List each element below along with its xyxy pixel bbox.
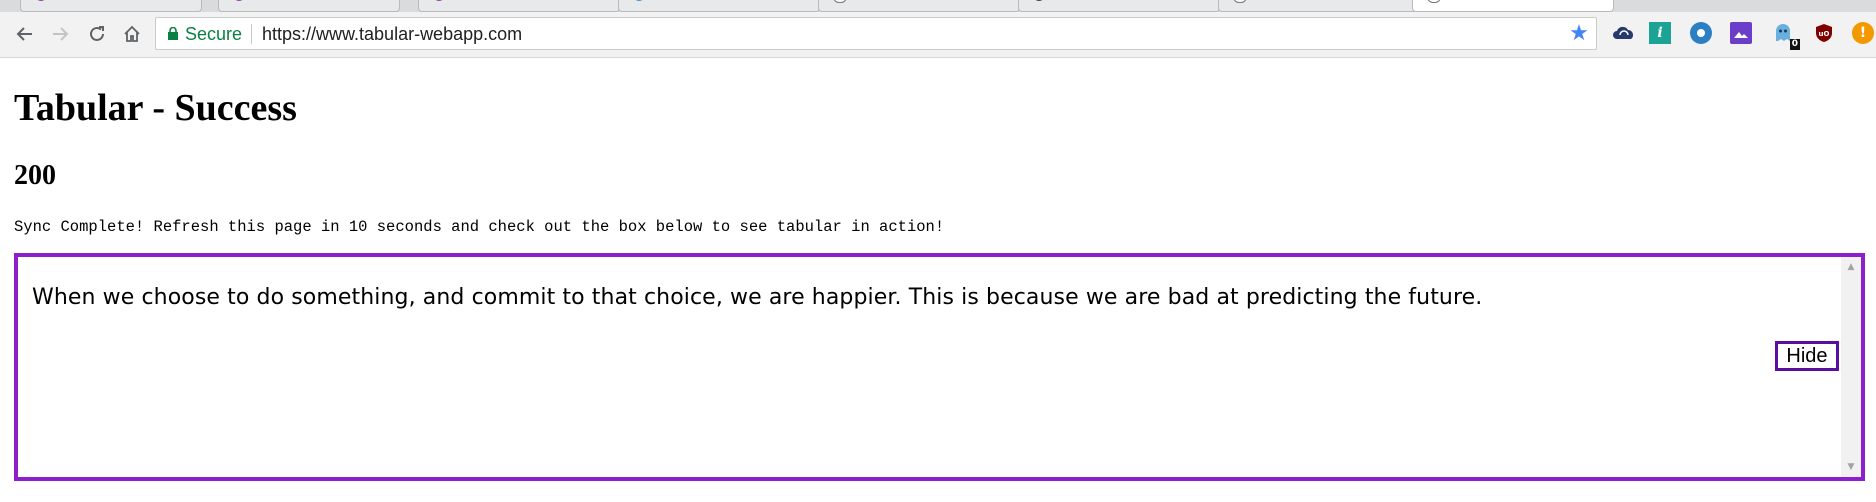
info-icon[interactable]: i	[1649, 22, 1671, 44]
star-icon[interactable]: ★	[1566, 20, 1592, 46]
url-text[interactable]: https://www.tabular-webapp.com	[262, 24, 522, 45]
forward-arrow-icon	[53, 27, 69, 41]
tab-favicon-icon	[233, 0, 245, 1]
page-title: Tabular - Success	[14, 87, 297, 129]
lock-icon	[168, 27, 178, 40]
sync-message: Sync Complete! Refresh this page in 10 s…	[14, 218, 945, 236]
home-button[interactable]	[117, 20, 147, 48]
browser-tab-active[interactable]	[1412, 0, 1614, 12]
tab-favicon-icon	[1233, 0, 1247, 3]
tab-favicon-icon	[35, 0, 47, 1]
tab-strip	[0, 0, 1876, 12]
address-bar[interactable]: Secure https://www.tabular-webapp.com ★	[155, 17, 1597, 50]
reload-button[interactable]	[82, 20, 112, 48]
browser-tab[interactable]	[20, 0, 202, 12]
tab-favicon-icon	[1427, 0, 1441, 3]
scroll-up-icon[interactable]: ▲	[1841, 259, 1861, 275]
quote-text: When we choose to do something, and comm…	[32, 285, 1483, 310]
browser-tab[interactable]	[418, 0, 620, 12]
forward-button[interactable]	[45, 20, 75, 48]
tabular-box: When we choose to do something, and comm…	[14, 253, 1865, 481]
status-code: 200	[14, 160, 56, 191]
tab-favicon-icon	[833, 0, 847, 3]
back-arrow-icon	[16, 27, 32, 41]
browser-tab[interactable]	[218, 0, 400, 12]
alert-icon[interactable]: !	[1852, 22, 1874, 44]
omnibox-divider	[251, 24, 252, 44]
cloud-icon[interactable]	[1613, 22, 1635, 44]
browser-tab[interactable]	[1018, 0, 1220, 12]
eye-icon[interactable]	[1690, 22, 1712, 44]
ublock-icon[interactable]: uO	[1813, 22, 1835, 44]
home-icon	[124, 25, 140, 42]
image-icon[interactable]	[1730, 22, 1752, 44]
browser-tab[interactable]	[818, 0, 1020, 12]
tab-favicon-icon	[633, 0, 645, 1]
ghostery-icon[interactable]: 0	[1772, 22, 1800, 50]
reload-icon	[90, 26, 104, 41]
tab-favicon-icon	[433, 0, 445, 1]
tab-favicon-icon	[1033, 0, 1045, 1]
scroll-down-icon[interactable]: ▼	[1841, 459, 1861, 475]
browser-tab[interactable]	[1218, 0, 1420, 12]
back-button[interactable]	[10, 20, 40, 48]
secure-label: Secure	[185, 24, 243, 44]
browser-toolbar: Secure https://www.tabular-webapp.com ★	[0, 12, 1876, 58]
svg-text:uO: uO	[1819, 30, 1830, 38]
hide-button[interactable]: Hide	[1775, 341, 1839, 371]
scrollbar[interactable]: ▲ ▼	[1841, 257, 1861, 477]
ghostery-badge: 0	[1789, 39, 1800, 50]
browser-tab[interactable]	[618, 0, 820, 12]
